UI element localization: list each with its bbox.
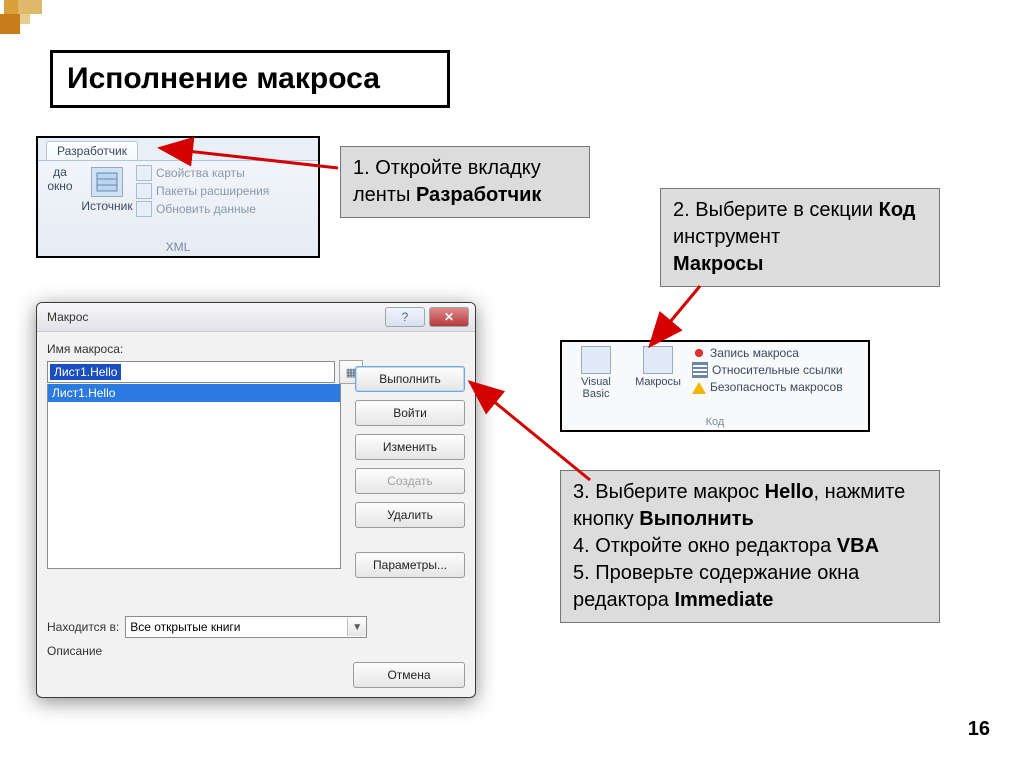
callout-text: 4. Откройте окно редактора [573,535,837,557]
parameters-button[interactable]: Параметры... [355,552,465,578]
location-combo[interactable]: Все открытые книги ▼ [125,616,367,638]
callout-bold: Выполнить [639,508,754,530]
callout-step-345: 3. Выберите макрос Hello, нажмите кнопку… [560,470,940,623]
callout-bold: Код [879,199,916,221]
list-item-label: Лист1.Hello [52,386,115,400]
left-partial-2: окно [47,179,72,193]
callout-bold: Макросы [673,253,763,275]
callout-bold: Immediate [674,589,773,611]
dialog-title: Макрос [47,310,381,324]
code-small-items: Запись макроса Относительные ссылки Безо… [692,346,843,394]
button-label: Отмена [387,668,430,682]
warning-icon [692,382,706,394]
edit-button[interactable]: Изменить [355,434,465,460]
decorative-corner [0,0,60,40]
ribbon-item-expansion-packs[interactable]: Пакеты расширения [136,183,269,199]
code-body: Visual Basic Макросы Запись макроса Отно… [562,342,868,420]
macro-listbox[interactable]: Лист1.Hello [47,384,341,569]
button-label: Создать [387,474,433,488]
ribbon-item-refresh-data[interactable]: Обновить данные [136,201,269,217]
ribbon-tab-row: Разработчик [38,138,318,161]
callout-bold: Разработчик [416,184,542,206]
ribbon-item-label: Обновить данные [156,202,256,216]
ribbon-xml-fragment: Разработчик да окно Источник Свойства ка… [36,136,320,258]
properties-icon [136,165,152,181]
ribbon-item-label: Свойства карты [156,166,245,180]
list-item[interactable]: Лист1.Hello [48,384,340,402]
close-icon: ✕ [444,310,454,324]
item-relative-references[interactable]: Относительные ссылки [692,362,843,378]
item-label: Безопасность макросов [710,380,843,394]
left-partial-1: да [53,165,67,179]
macro-name-input[interactable]: Лист1.Hello [47,361,335,383]
page-title: Исполнение макроса [50,50,450,108]
ribbon-item-label: Пакеты расширения [156,184,269,198]
delete-button[interactable]: Удалить [355,502,465,528]
dialog-button-column: Выполнить Войти Изменить Создать Удалить… [355,366,465,578]
macro-name-value: Лист1.Hello [50,364,121,380]
page-number-text: 16 [968,718,990,740]
page-number: 16 [968,718,990,741]
button-label: Параметры... [373,558,447,572]
ribbon-code-fragment: Visual Basic Макросы Запись макроса Отно… [560,340,870,432]
ribbon-body: да окно Источник Свойства карты Пакеты р… [38,161,318,243]
ribbon-source-button[interactable]: Источник [80,165,134,213]
ribbon-left-partial: да окно [42,165,78,193]
tab-label: Разработчик [57,144,127,158]
ribbon-button-label: Источник [81,199,132,213]
refresh-icon [136,201,152,217]
execute-button[interactable]: Выполнить [355,366,465,392]
button-macros[interactable]: Макросы [630,346,686,388]
item-record-macro[interactable]: Запись макроса [692,346,843,360]
record-icon [692,346,706,360]
callout-text: инструмент [673,226,780,248]
xml-source-icon [91,167,123,197]
callout-bold: Hello [765,481,814,503]
ribbon-item-map-properties[interactable]: Свойства карты [136,165,269,181]
create-button[interactable]: Создать [355,468,465,494]
dialog-footer: Отмена [353,662,465,688]
macro-name-label: Имя макроса: [47,342,465,356]
ribbon-group-name: XML [38,240,318,254]
callout-step-2: 2. Выберите в секции Код инструмент Макр… [660,188,940,287]
package-icon [136,183,152,199]
callout-bold: VBA [837,535,879,557]
visual-basic-icon [581,346,611,374]
tab-developer[interactable]: Разработчик [46,141,138,160]
dialog-close-button[interactable]: ✕ [429,307,469,327]
macro-dialog: Макрос ? ✕ Имя макроса: Лист1.Hello ▦ Ли… [36,302,476,698]
button-label: Visual Basic [568,376,624,400]
combo-value: Все открытые книги [130,620,240,634]
dialog-body: Имя макроса: Лист1.Hello ▦ Лист1.Hello В… [37,332,475,698]
description-label: Описание [47,644,102,658]
grid-icon [692,362,708,378]
button-label: Войти [393,406,427,420]
chevron-down-icon: ▼ [347,618,366,636]
callout-text: 2. Выберите в секции [673,199,879,221]
help-icon: ? [402,310,409,324]
button-label: Макросы [635,376,681,388]
code-group-name: Код [562,416,868,428]
ribbon-items: Свойства карты Пакеты расширения Обновит… [136,165,269,217]
item-label: Относительные ссылки [712,363,843,377]
button-label: Изменить [383,440,437,454]
cancel-button[interactable]: Отмена [353,662,465,688]
callout-text: 3. Выберите макрос [573,481,765,503]
location-row: Находится в: Все открытые книги ▼ [47,616,367,638]
button-label: Выполнить [379,372,441,386]
button-visual-basic[interactable]: Visual Basic [568,346,624,400]
callout-step-1: 1. Откройте вкладку ленты Разработчик [340,146,590,218]
item-macro-security[interactable]: Безопасность макросов [692,380,843,394]
step-in-button[interactable]: Войти [355,400,465,426]
macros-icon [643,346,673,374]
dialog-titlebar[interactable]: Макрос ? ✕ [37,303,475,332]
page-title-text: Исполнение макроса [67,62,380,96]
item-label: Запись макроса [710,346,799,360]
dialog-help-button[interactable]: ? [385,307,425,327]
location-label: Находится в: [47,620,119,634]
button-label: Удалить [387,508,433,522]
